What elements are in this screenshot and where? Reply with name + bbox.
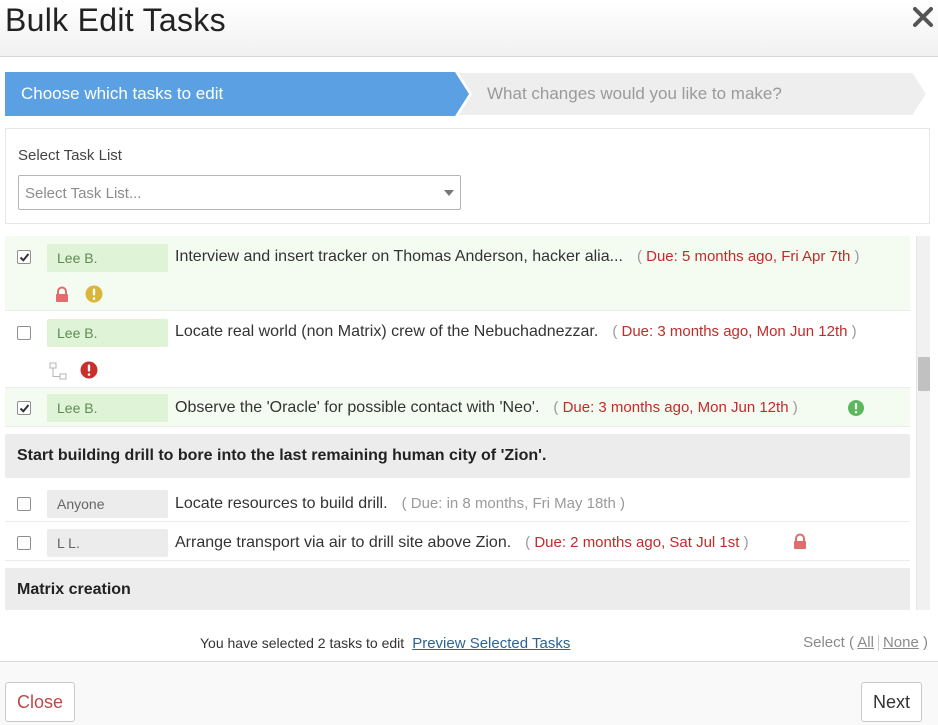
- task-due: ( Due: 2 months ago, Sat Jul 1st ): [525, 534, 749, 551]
- task-group-header[interactable]: Matrix creation: [5, 568, 910, 610]
- task-row[interactable]: Lee B. Locate real world (non Matrix) cr…: [5, 311, 910, 388]
- task-checkbox[interactable]: [17, 250, 31, 264]
- select-none-link[interactable]: None: [883, 634, 919, 651]
- wizard-step-1-label: Choose which tasks to edit: [21, 84, 224, 103]
- assignee-badge[interactable]: Anyone: [47, 490, 168, 518]
- next-button[interactable]: Next: [860, 682, 922, 722]
- task-list-placeholder: Select Task List...: [25, 185, 142, 202]
- task-row[interactable]: Lee B. Interview and insert tracker on T…: [5, 236, 910, 311]
- dialog-title: Bulk Edit Tasks: [5, 2, 226, 38]
- subtask-icon: [49, 362, 67, 380]
- dialog-footer: Close Next: [0, 661, 938, 725]
- assignee-badge[interactable]: Lee B.: [47, 319, 168, 347]
- lock-icon: [53, 286, 71, 304]
- task-checkbox[interactable]: [17, 326, 31, 340]
- wizard-step-2[interactable]: What changes would you like to make?: [457, 72, 927, 116]
- task-checkbox[interactable]: [17, 401, 31, 415]
- task-name-line: Interview and insert tracker on Thomas A…: [175, 248, 860, 266]
- assignee-badge[interactable]: L L.: [47, 529, 168, 557]
- wizard-steps: What changes would you like to make? Cho…: [5, 72, 927, 116]
- task-group-header[interactable]: Start building drill to bore into the la…: [5, 434, 910, 478]
- task-due: ( Due: 3 months ago, Mon Jun 12th ): [553, 399, 798, 416]
- task-list-scrollbar[interactable]: [916, 236, 930, 610]
- chevron-down-icon: [444, 190, 454, 196]
- task-due: ( Due: 3 months ago, Mon Jun 12th ): [612, 323, 857, 340]
- priority-green-icon: [847, 399, 865, 417]
- task-row[interactable]: Anyone Locate resources to build drill. (…: [5, 484, 910, 522]
- dialog-header: Bulk Edit Tasks: [0, 0, 938, 57]
- task-due: ( Due: 5 months ago, Fri Apr 7th ): [636, 248, 860, 265]
- close-icon[interactable]: [910, 4, 936, 30]
- task-group-title: Start building drill to bore into the la…: [17, 447, 547, 464]
- task-row[interactable]: Lee B. Observe the 'Oracle' for possible…: [5, 388, 910, 427]
- task-list-select[interactable]: Select Task List...: [18, 175, 461, 210]
- close-button[interactable]: Close: [5, 682, 76, 722]
- task-name[interactable]: Arrange transport via air to drill site …: [175, 534, 511, 551]
- task-name[interactable]: Interview and insert tracker on Thomas A…: [175, 248, 623, 265]
- task-due: ( Due: in 8 months, Fri May 18th ): [401, 495, 625, 512]
- task-name[interactable]: Locate real world (non Matrix) crew of t…: [175, 323, 598, 340]
- task-checkbox[interactable]: [17, 497, 31, 511]
- select-suffix: ): [923, 634, 928, 651]
- select-all-none: Select ( All None ): [803, 634, 928, 652]
- warning-red-icon: [80, 361, 98, 379]
- selection-summary: You have selected 2 tasks to edit Preview…: [200, 635, 570, 652]
- scrollbar-thumb[interactable]: [918, 357, 930, 391]
- selection-text: You have selected 2 tasks to edit: [200, 635, 405, 651]
- task-name[interactable]: Locate resources to build drill.: [175, 495, 388, 512]
- task-name-line: Observe the 'Oracle' for possible contac…: [175, 399, 798, 417]
- assignee-badge[interactable]: Lee B.: [47, 394, 168, 422]
- task-list-label: Select Task List: [18, 147, 122, 164]
- task-name[interactable]: Observe the 'Oracle' for possible contac…: [175, 399, 539, 416]
- select-all-link[interactable]: All: [857, 634, 874, 651]
- task-group-title: Matrix creation: [17, 581, 131, 598]
- task-row[interactable]: L L. Arrange transport via air to drill …: [5, 523, 910, 561]
- assignee-badge[interactable]: Lee B.: [47, 244, 168, 272]
- warning-yellow-icon: [85, 285, 103, 303]
- task-name-line: Locate real world (non Matrix) crew of t…: [175, 323, 857, 341]
- task-list-panel: Select Task List Select Task List...: [5, 128, 930, 224]
- preview-selected-link[interactable]: Preview Selected Tasks: [412, 635, 570, 652]
- task-name-line: Arrange transport via air to drill site …: [175, 534, 749, 552]
- select-prefix: Select (: [803, 634, 854, 651]
- wizard-step-1[interactable]: Choose which tasks to edit: [5, 72, 471, 116]
- lock-icon: [791, 533, 809, 551]
- task-list: Lee B. Interview and insert tracker on T…: [5, 236, 930, 610]
- divider: [877, 635, 879, 652]
- wizard-step-2-label: What changes would you like to make?: [487, 84, 782, 103]
- task-name-line: Locate resources to build drill. ( Due: i…: [175, 495, 625, 513]
- task-checkbox[interactable]: [17, 536, 31, 550]
